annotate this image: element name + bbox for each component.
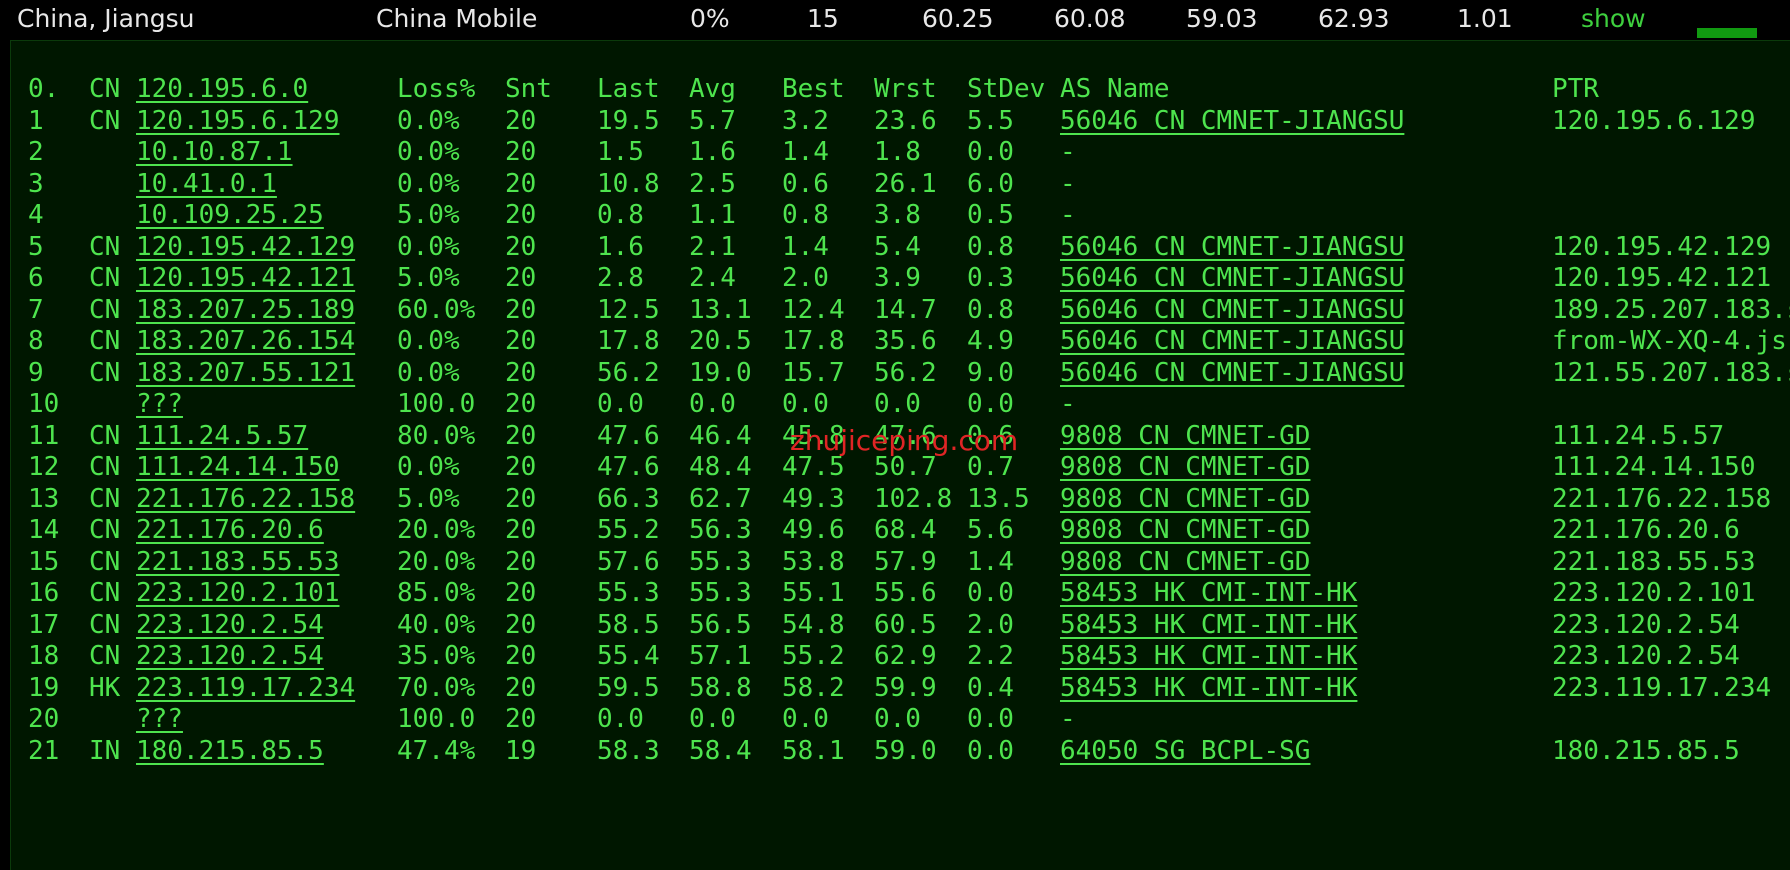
header-avg: 60.08 xyxy=(1054,4,1126,33)
worst-value: 59.0 xyxy=(874,735,937,766)
header-loss: 0% xyxy=(690,4,730,33)
loss-value: 47.4% xyxy=(397,735,476,766)
hop-ip-link[interactable]: 180.215.85.5 xyxy=(136,733,324,769)
table-row: 21 IN 180.215.85.5 47.4% 19 58.3 58.4 58.1 59.0 0… xyxy=(11,733,1790,769)
hop-number: 21 xyxy=(28,735,60,766)
best-value: 58.1 xyxy=(782,735,845,766)
header-best: 59.03 xyxy=(1186,4,1258,33)
show-toggle-link[interactable]: show xyxy=(1581,4,1646,33)
location-label: China, Jiangsu xyxy=(17,4,195,33)
watermark-text: zhujiceping.com xyxy=(790,424,1019,457)
avg-value: 58.4 xyxy=(689,735,752,766)
as-name-link[interactable]: 64050 SG BCPL-SG xyxy=(1060,733,1310,769)
last-value: 58.3 xyxy=(597,735,660,766)
status-bar-indicator xyxy=(1697,28,1757,38)
header-worst: 62.93 xyxy=(1318,4,1390,33)
isp-label: China Mobile xyxy=(376,4,538,33)
ptr-value: 180.215.85.5 xyxy=(1552,735,1740,766)
header-stdev: 1.01 xyxy=(1457,4,1513,33)
stdev-value: 0.0 xyxy=(967,735,1014,766)
result-header-row: China, Jiangsu China Mobile 0% 15 60.25 … xyxy=(0,0,1790,40)
sent-value: 19 xyxy=(505,735,537,766)
country-code: IN xyxy=(89,735,121,766)
header-sent: 15 xyxy=(807,4,839,33)
header-last: 60.25 xyxy=(922,4,994,33)
